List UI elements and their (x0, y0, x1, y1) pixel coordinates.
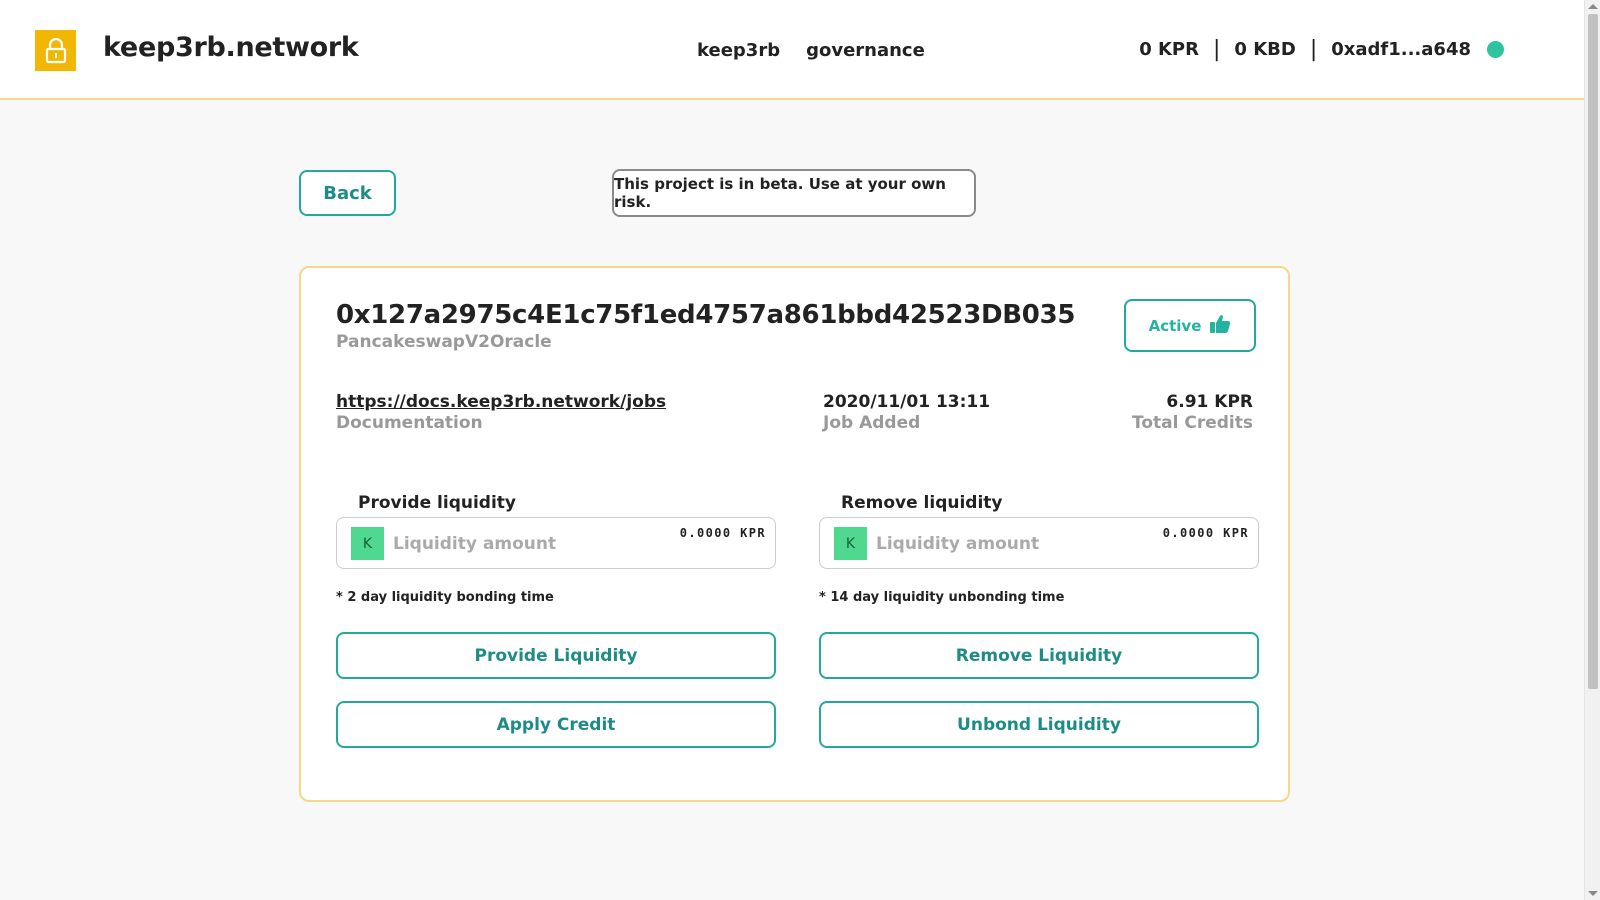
lock-icon[interactable] (35, 30, 76, 71)
nav-link-keep3rb[interactable]: keep3rb (697, 40, 780, 61)
provide-amount-field: K 0.0000 KPR (336, 517, 776, 569)
wallet-balances: 0 KPR | 0 KBD | 0xadf1...a648 (1139, 36, 1504, 62)
connection-status-icon (1487, 41, 1504, 58)
scroll-down-icon[interactable] (1588, 891, 1598, 896)
app-header: keep3rb.network keep3rb governance 0 KPR… (0, 0, 1584, 100)
remove-amount-input[interactable] (876, 528, 1136, 560)
nav-link-governance[interactable]: governance (806, 40, 925, 61)
scroll-up-icon[interactable] (1588, 4, 1598, 9)
job-added-date: 2020/11/01 13:11 (823, 392, 991, 412)
account-address[interactable]: 0xadf1...a648 (1331, 39, 1471, 60)
provide-amount-input[interactable] (393, 528, 653, 560)
back-button[interactable]: Back (299, 170, 396, 216)
job-address: 0x127a2975c4E1c75f1ed4757a861bbd42523DB0… (336, 300, 1076, 330)
divider: | (1309, 36, 1318, 62)
divider: | (1212, 36, 1221, 62)
apply-credit-button[interactable]: Apply Credit (336, 701, 776, 748)
remove-max-balance[interactable]: 0.0000 KPR (1163, 526, 1249, 540)
page-scrollbar[interactable] (1584, 0, 1600, 900)
provide-max-balance[interactable]: 0.0000 KPR (680, 526, 766, 540)
token-k-icon: K (351, 527, 384, 560)
status-label: Active (1148, 316, 1202, 335)
remove-liquidity-title: Remove liquidity (841, 493, 1003, 513)
total-credits-label: Total Credits (1132, 413, 1253, 433)
job-added-label: Job Added (823, 413, 921, 433)
kbd-balance: 0 KBD (1234, 39, 1296, 60)
unbonding-note: * 14 day liquidity unbonding time (819, 590, 1065, 605)
job-card: 0x127a2975c4E1c75f1ed4757a861bbd42523DB0… (299, 266, 1290, 802)
status-badge[interactable]: Active (1124, 299, 1256, 352)
bonding-note: * 2 day liquidity bonding time (336, 590, 554, 605)
remove-liquidity-button[interactable]: Remove Liquidity (819, 632, 1259, 679)
docs-label: Documentation (336, 413, 483, 433)
provide-liquidity-title: Provide liquidity (358, 493, 517, 513)
main-nav: keep3rb governance (697, 40, 925, 61)
unbond-liquidity-button[interactable]: Unbond Liquidity (819, 701, 1259, 748)
beta-notice: This project is in beta. Use at your own… (612, 169, 976, 217)
job-name: PancakeswapV2Oracle (336, 332, 552, 352)
provide-liquidity-button[interactable]: Provide Liquidity (336, 632, 776, 679)
thumbs-up-icon (1209, 314, 1231, 338)
total-credits-value: 6.91 KPR (1166, 392, 1253, 412)
scroll-thumb[interactable] (1588, 14, 1598, 689)
remove-amount-field: K 0.0000 KPR (819, 517, 1259, 569)
kpr-balance: 0 KPR (1139, 39, 1199, 60)
token-k-icon: K (834, 527, 867, 560)
brand-title[interactable]: keep3rb.network (103, 32, 359, 63)
docs-link[interactable]: https://docs.keep3rb.network/jobs (336, 392, 666, 412)
